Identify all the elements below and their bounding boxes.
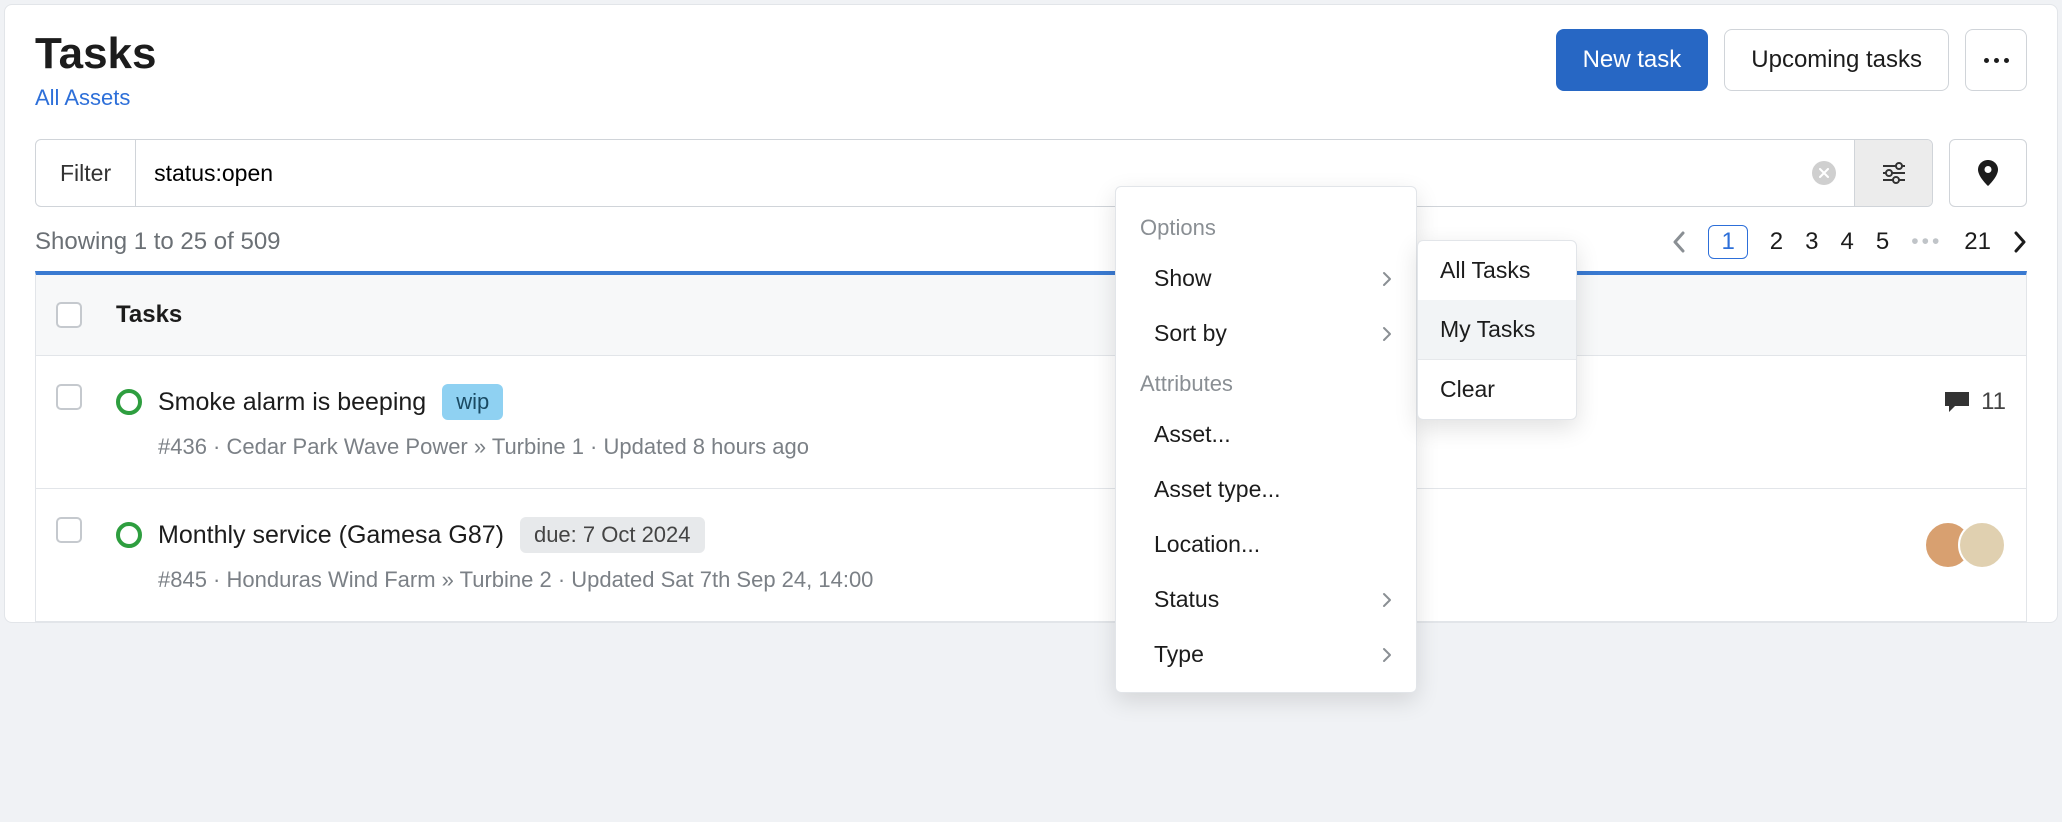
status-open-icon <box>116 522 142 548</box>
filter-options-menu: Options Show Sort by Attributes Asset...… <box>1115 186 1417 693</box>
menu-item-status[interactable]: Status <box>1116 572 1416 627</box>
page-2[interactable]: 2 <box>1770 228 1783 256</box>
avatar <box>1958 521 2006 569</box>
chevron-right-icon <box>1382 326 1392 342</box>
chevron-right-icon <box>1382 647 1392 663</box>
status-row: Showing 1 to 25 of 509 1 2 3 4 5 ••• 21 <box>35 225 2027 271</box>
chevron-right-icon <box>1382 592 1392 608</box>
task-title[interactable]: Monthly service (Gamesa G87) <box>158 521 504 550</box>
new-task-button[interactable]: New task <box>1556 29 1709 91</box>
show-submenu: All Tasks My Tasks Clear <box>1417 240 1577 420</box>
page-3[interactable]: 3 <box>1805 228 1818 256</box>
task-right <box>1924 521 2006 569</box>
breadcrumb-all-assets[interactable]: All Assets <box>35 85 157 111</box>
map-pin-button[interactable] <box>1949 139 2027 207</box>
filter-label: Filter <box>36 140 136 206</box>
task-row[interactable]: Monthly service (Gamesa G87) due: 7 Oct … <box>35 489 2027 622</box>
menu-item-sort-by[interactable]: Sort by <box>1116 306 1416 361</box>
comment-icon <box>1943 390 1971 414</box>
chevron-left-icon <box>1672 231 1686 253</box>
title-block: Tasks All Assets <box>35 29 157 111</box>
menu-item-show[interactable]: Show <box>1116 251 1416 306</box>
map-pin-icon <box>1978 160 1998 186</box>
task-main: Monthly service (Gamesa G87) due: 7 Oct … <box>116 517 1890 593</box>
menu-item-asset[interactable]: Asset... <box>1116 407 1416 462</box>
header-row: Tasks All Assets New task Upcoming tasks <box>35 29 2027 111</box>
page-next[interactable] <box>2013 231 2027 253</box>
task-checkbox[interactable] <box>56 517 82 543</box>
page-prev[interactable] <box>1672 231 1686 253</box>
column-tasks: Tasks <box>116 301 182 329</box>
filter-group: Filter <box>35 139 1933 207</box>
header-actions: New task Upcoming tasks <box>1556 29 2027 91</box>
pagination: 1 2 3 4 5 ••• 21 <box>1672 225 2027 259</box>
task-title[interactable]: Smoke alarm is beeping <box>158 388 426 417</box>
x-icon <box>1819 168 1829 178</box>
menu-item-type[interactable]: Type <box>1116 627 1416 682</box>
submenu-all-tasks[interactable]: All Tasks <box>1418 241 1576 300</box>
filter-input-wrap <box>136 140 1854 206</box>
filter-input[interactable] <box>154 140 1812 206</box>
menu-item-label: Asset... <box>1154 421 1231 448</box>
menu-item-label: Asset type... <box>1154 476 1281 503</box>
page-5[interactable]: 5 <box>1876 228 1889 256</box>
chevron-right-icon <box>2013 231 2027 253</box>
page-last[interactable]: 21 <box>1964 228 1991 256</box>
page-ellipsis: ••• <box>1911 230 1942 254</box>
task-tag-wip: wip <box>442 384 503 420</box>
menu-item-label: Status <box>1154 586 1219 613</box>
assignee-avatars[interactable] <box>1924 521 2006 569</box>
chevron-right-icon <box>1382 271 1392 287</box>
showing-text: Showing 1 to 25 of 509 <box>35 228 281 256</box>
menu-item-label: Sort by <box>1154 320 1227 347</box>
task-main: Smoke alarm is beeping wip #436 · Cedar … <box>116 384 1909 460</box>
comment-count: 11 <box>1981 388 2006 416</box>
tasks-card: Tasks All Assets New task Upcoming tasks… <box>4 4 2058 623</box>
task-meta: #845 · Honduras Wind Farm » Turbine 2 · … <box>158 567 1890 593</box>
more-actions-button[interactable] <box>1965 29 2027 91</box>
submenu-clear[interactable]: Clear <box>1418 360 1576 419</box>
page-title: Tasks <box>35 29 157 79</box>
sliders-icon <box>1881 162 1907 184</box>
menu-item-location[interactable]: Location... <box>1116 517 1416 572</box>
submenu-my-tasks[interactable]: My Tasks <box>1418 300 1576 359</box>
task-tag-due: due: 7 Oct 2024 <box>520 517 705 553</box>
status-open-icon <box>116 389 142 415</box>
table-header: Tasks <box>35 271 2027 356</box>
task-title-line: Smoke alarm is beeping wip <box>116 384 1909 420</box>
task-row[interactable]: Smoke alarm is beeping wip #436 · Cedar … <box>35 356 2027 489</box>
page-4[interactable]: 4 <box>1841 228 1854 256</box>
select-all-checkbox[interactable] <box>56 302 82 328</box>
task-meta: #436 · Cedar Park Wave Power » Turbine 1… <box>158 434 1909 460</box>
menu-item-label: Type <box>1154 641 1204 668</box>
menu-section-options: Options <box>1116 205 1416 251</box>
filter-row: Filter <box>35 139 2027 207</box>
menu-item-asset-type[interactable]: Asset type... <box>1116 462 1416 517</box>
task-checkbox[interactable] <box>56 384 82 410</box>
clear-filter-button[interactable] <box>1812 161 1836 185</box>
task-right: 11 <box>1943 388 2006 416</box>
menu-section-attributes: Attributes <box>1116 361 1416 407</box>
task-title-line: Monthly service (Gamesa G87) due: 7 Oct … <box>116 517 1890 553</box>
menu-item-label: Location... <box>1154 531 1260 558</box>
menu-item-label: Show <box>1154 265 1212 292</box>
page-1[interactable]: 1 <box>1708 225 1747 259</box>
more-icon <box>1984 58 2009 63</box>
filter-options-button[interactable] <box>1854 140 1932 206</box>
upcoming-tasks-button[interactable]: Upcoming tasks <box>1724 29 1949 91</box>
